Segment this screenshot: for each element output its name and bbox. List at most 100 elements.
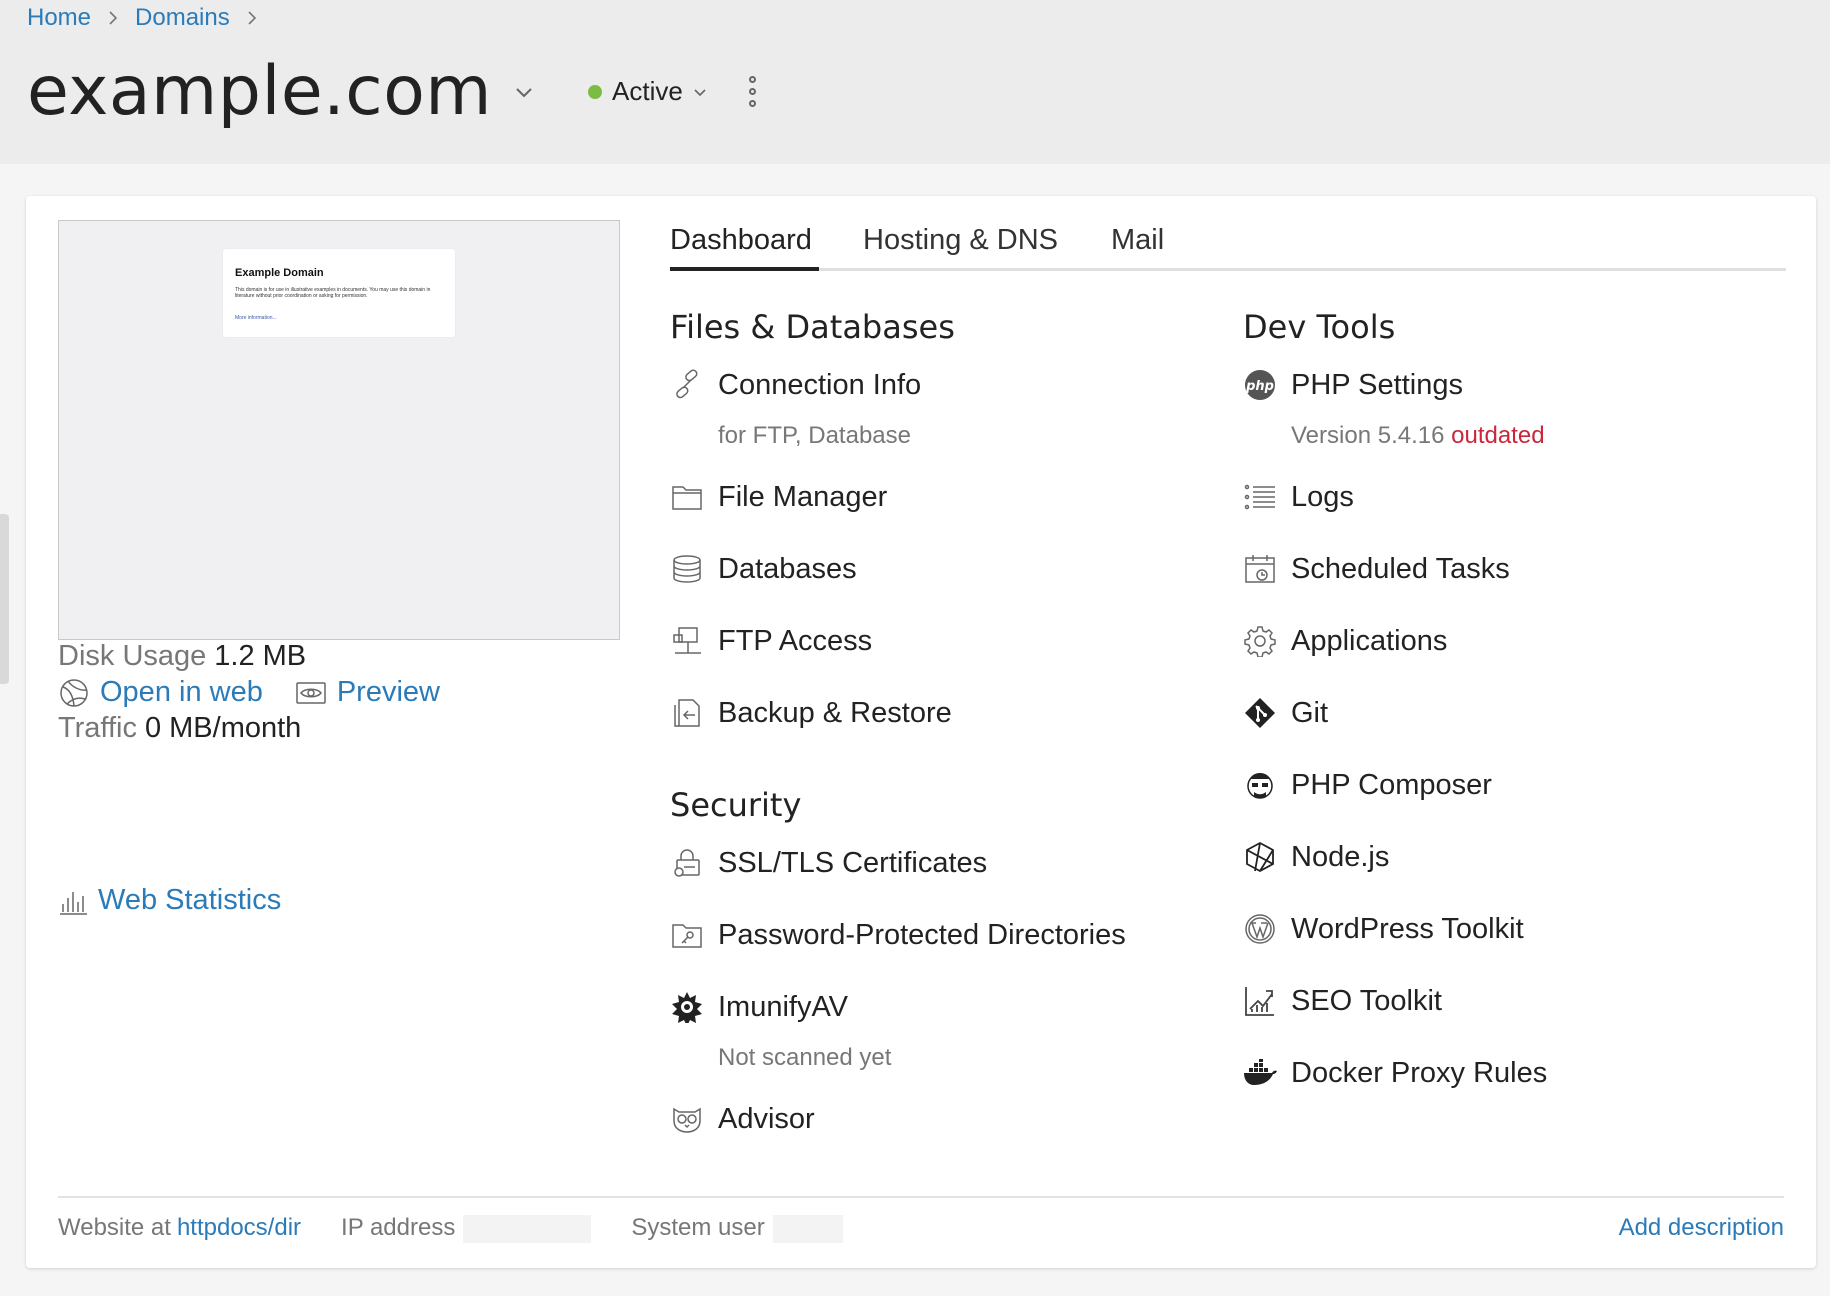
php-composer-link[interactable]: PHP Composer	[1243, 768, 1492, 802]
logs-label: Logs	[1291, 480, 1354, 513]
system-user-value-redacted	[772, 1214, 843, 1243]
connection-info-link[interactable]: Connection Info	[670, 368, 921, 402]
open-in-web-link[interactable]: Open in web	[58, 676, 263, 709]
git-label: Git	[1291, 696, 1329, 729]
chevron-down-icon[interactable]	[514, 85, 534, 99]
eye-icon	[295, 681, 327, 705]
site-preview-thumbnail[interactable]: Example Domain This domain is for use in…	[58, 220, 620, 640]
svg-text:php: php	[1245, 379, 1274, 394]
tab-hosting-dns[interactable]: Hosting & DNS	[863, 224, 1058, 257]
seo-toolkit-link[interactable]: SEO Toolkit	[1243, 984, 1442, 1018]
php-outdated-badge: outdated	[1451, 422, 1545, 449]
side-panel-handle[interactable]	[0, 514, 9, 684]
page-title: example.com	[27, 52, 493, 131]
composer-icon	[1243, 768, 1277, 802]
nodejs-icon	[1243, 840, 1277, 874]
tab-dashboard[interactable]: Dashboard	[670, 224, 812, 257]
card-footer: Website at httpdocs/dir IP address System…	[58, 1214, 1784, 1243]
disk-usage: Disk Usage 1.2 MB	[58, 640, 306, 673]
ftp-icon	[670, 624, 704, 658]
docker-proxy-rules-label: Docker Proxy Rules	[1291, 1056, 1548, 1089]
preview-label: Preview	[336, 676, 440, 708]
password-protected-dirs-label: Password-Protected Directories	[718, 918, 1126, 951]
link-icon	[670, 368, 704, 402]
traffic: Traffic 0 MB/month	[58, 712, 301, 745]
preview-text: This domain is for use in illustrative e…	[235, 287, 431, 299]
git-link[interactable]: Git	[1243, 696, 1328, 730]
chevron-down-icon	[693, 87, 707, 97]
disk-usage-label: Disk Usage	[58, 640, 207, 672]
calendar-clock-icon	[1243, 552, 1277, 586]
database-icon	[670, 552, 704, 586]
ssl-lock-icon	[670, 846, 704, 880]
bar-chart-icon	[58, 886, 88, 916]
preview-page-box: Example Domain This domain is for use in…	[223, 249, 455, 337]
ip-address-label: IP address	[341, 1214, 456, 1241]
password-protected-dirs-link[interactable]: Password-Protected Directories	[670, 918, 1126, 952]
php-settings-link[interactable]: php PHP Settings	[1243, 368, 1463, 402]
gear-icon	[1243, 624, 1277, 658]
domain-card: Example Domain This domain is for use in…	[26, 196, 1816, 1268]
add-description-link[interactable]: Add description	[1619, 1214, 1784, 1242]
docker-icon	[1243, 1056, 1277, 1090]
wordpress-toolkit-label: WordPress Toolkit	[1291, 912, 1524, 945]
advisor-link[interactable]: Advisor	[670, 1102, 815, 1136]
docker-proxy-rules-link[interactable]: Docker Proxy Rules	[1243, 1056, 1547, 1090]
databases-link[interactable]: Databases	[670, 552, 857, 586]
files-databases-heading: Files & Databases	[670, 308, 955, 346]
connection-info-sub: for FTP, Database	[718, 422, 911, 449]
preview-link-button[interactable]: Preview	[295, 676, 440, 709]
status-dropdown[interactable]: Active	[588, 76, 707, 107]
system-user: System user	[631, 1214, 843, 1243]
tab-bar: Dashboard Hosting & DNS Mail	[670, 218, 1786, 271]
ip-address-value-redacted	[463, 1214, 592, 1243]
scheduled-tasks-link[interactable]: Scheduled Tasks	[1243, 552, 1510, 586]
website-path-link[interactable]: httpdocs/dir	[177, 1214, 301, 1241]
traffic-label: Traffic	[58, 712, 137, 744]
ftp-access-label: FTP Access	[718, 624, 873, 657]
web-statistics-link[interactable]: Web Statistics	[58, 884, 281, 917]
active-tab-indicator	[670, 267, 819, 271]
ftp-access-link[interactable]: FTP Access	[670, 624, 872, 658]
imunifyav-link[interactable]: ImunifyAV	[670, 990, 848, 1024]
git-icon	[1243, 696, 1277, 730]
protected-folder-icon	[670, 918, 704, 952]
file-manager-link[interactable]: File Manager	[670, 480, 887, 514]
imunifyav-label: ImunifyAV	[718, 990, 849, 1023]
chevron-right-icon	[107, 9, 119, 27]
title-row: example.com Active	[27, 52, 756, 131]
php-version-sub: Version 5.4.16 outdated	[1291, 422, 1545, 450]
web-statistics-label: Web Statistics	[98, 884, 282, 916]
logs-link[interactable]: Logs	[1243, 480, 1354, 514]
breadcrumb-home[interactable]: Home	[27, 4, 91, 32]
advisor-owl-icon	[670, 1102, 704, 1136]
website-path: Website at httpdocs/dir	[58, 1214, 301, 1242]
disk-usage-value: 1.2 MB	[214, 640, 307, 672]
imunify-icon	[670, 990, 704, 1024]
tab-mail[interactable]: Mail	[1111, 224, 1164, 257]
more-actions-icon[interactable]	[748, 76, 756, 107]
nodejs-link[interactable]: Node.js	[1243, 840, 1389, 874]
open-in-web-label: Open in web	[100, 676, 263, 708]
scheduled-tasks-label: Scheduled Tasks	[1291, 552, 1510, 585]
ip-address: IP address	[341, 1214, 592, 1243]
ssl-certificates-link[interactable]: SSL/TLS Certificates	[670, 846, 987, 880]
breadcrumb-domains[interactable]: Domains	[135, 4, 230, 32]
seo-toolkit-label: SEO Toolkit	[1291, 984, 1442, 1017]
chevron-right-icon	[246, 9, 258, 27]
seo-chart-icon	[1243, 984, 1277, 1018]
preview-link: More information...	[235, 315, 277, 321]
applications-link[interactable]: Applications	[1243, 624, 1447, 658]
globe-icon	[58, 677, 90, 709]
ssl-certificates-label: SSL/TLS Certificates	[718, 846, 988, 879]
preview-title: Example Domain	[235, 267, 324, 279]
connection-info-label: Connection Info	[718, 368, 922, 401]
backup-restore-link[interactable]: Backup & Restore	[670, 696, 952, 730]
nodejs-label: Node.js	[1291, 840, 1390, 873]
folder-icon	[670, 480, 704, 514]
php-settings-label: PHP Settings	[1291, 368, 1463, 401]
wordpress-toolkit-link[interactable]: WordPress Toolkit	[1243, 912, 1524, 946]
applications-label: Applications	[1291, 624, 1448, 657]
breadcrumb: Home Domains	[27, 4, 274, 32]
divider	[58, 1196, 1784, 1198]
